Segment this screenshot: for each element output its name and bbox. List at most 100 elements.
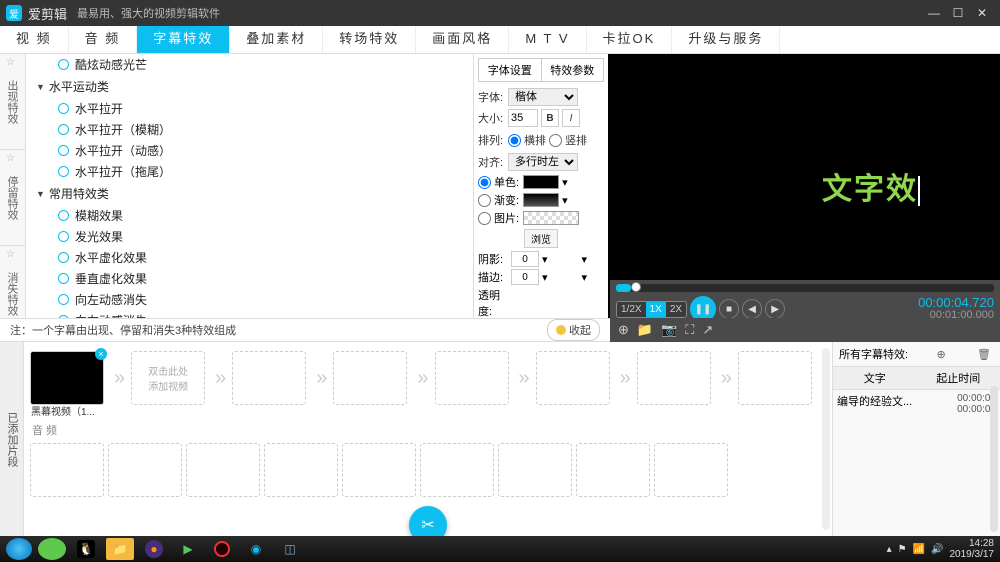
app-logo: 爱 <box>6 5 22 21</box>
stroke-input[interactable] <box>511 269 539 285</box>
effect-item[interactable]: 酷炫动感光芒 <box>26 54 473 75</box>
subpanel-scrollbar[interactable] <box>990 386 998 532</box>
font-panel: 字体设置 特效参数 字体:楷体 大小:BI 排列:横排 竖排 对齐:多行时左对齐… <box>474 54 608 342</box>
add-clip-placeholder[interactable]: 双击此处添加视频 <box>131 351 205 405</box>
tab-overlay[interactable]: 叠加素材 <box>230 26 323 53</box>
close-button[interactable]: ✕ <box>970 4 994 22</box>
font-select[interactable]: 楷体 <box>508 88 578 106</box>
app-title: 爱剪辑 <box>28 4 67 23</box>
effect-item[interactable]: 向左动感消失 <box>26 289 473 310</box>
effect-item[interactable]: 发光效果 <box>26 226 473 247</box>
effect-item[interactable]: 模糊效果 <box>26 205 473 226</box>
tab-subtitle-fx[interactable]: 字幕特效 <box>137 26 230 53</box>
tab-transition[interactable]: 转场特效 <box>323 26 416 53</box>
fullscreen-icon[interactable]: ⛶ <box>685 322 694 338</box>
windows-taskbar: 🐧 📁 ● ▶ ◉ ◫ ▴ ⚑ 📶 🔊 14:282019/3/17 <box>0 536 1000 562</box>
audio-track-label: 音 频 <box>32 422 826 438</box>
color-solid-radio[interactable] <box>478 176 491 189</box>
subtitle-list-panel: 所有字幕特效: ⊕ 🗑 文字起止时间 编导的经验文... 00:00:0000:… <box>832 342 1000 536</box>
effect-group[interactable]: ▼常用特效类 <box>26 182 473 205</box>
next-frame-button[interactable]: ▶ <box>765 299 785 319</box>
size-input[interactable] <box>508 109 538 127</box>
solid-color-swatch[interactable] <box>523 175 559 189</box>
left-vertical-tabs: ☆出现特效 ☆停留特效 ☆消失特效 <box>0 54 26 342</box>
effect-item[interactable]: 水平虚化效果 <box>26 247 473 268</box>
image-swatch[interactable] <box>523 211 579 225</box>
lefttab-stay[interactable]: ☆停留特效 <box>0 150 25 246</box>
folder-icon[interactable]: 📁 <box>637 322 653 338</box>
effect-item[interactable]: 水平拉开 <box>26 98 473 119</box>
effect-item[interactable]: 垂直虚化效果 <box>26 268 473 289</box>
tab-upgrade[interactable]: 升级与服务 <box>672 26 780 53</box>
maximize-button[interactable]: ☐ <box>946 4 970 22</box>
browse-button[interactable]: 浏览 <box>524 229 558 248</box>
start-button[interactable] <box>6 538 32 560</box>
tab-video[interactable]: 视 频 <box>0 26 69 53</box>
speed-toggle[interactable]: 1/2X1X2X <box>616 301 687 318</box>
minimize-button[interactable]: — <box>922 4 946 22</box>
tab-karaoke[interactable]: 卡拉OK <box>587 26 673 53</box>
arrange-horizontal-radio <box>508 134 521 147</box>
note-row: 注：一个字幕由出现、停留和消失3种特效组成 收起 <box>0 318 610 342</box>
bold-button[interactable]: B <box>541 109 559 127</box>
tab-mtv[interactable]: M T V <box>509 26 586 53</box>
preview-subtitle-text: 文字效 <box>822 164 920 208</box>
taskbar-app-1[interactable] <box>38 538 66 560</box>
taskbar-app-3[interactable]: 📁 <box>106 538 134 560</box>
app-subtitle: 最易用、强大的视频剪辑软件 <box>77 5 220 21</box>
add-icon[interactable]: ⊕ <box>618 322 629 338</box>
note-text: 注：一个字幕由出现、停留和消失3种特效组成 <box>10 322 236 338</box>
tray-network-icon[interactable]: 📶 <box>913 544 925 555</box>
color-gradient-radio[interactable] <box>478 194 491 207</box>
tab-style[interactable]: 画面风格 <box>416 26 509 53</box>
shadow-input[interactable] <box>511 251 539 267</box>
tray-volume-icon[interactable]: 🔊 <box>931 544 943 555</box>
effect-group[interactable]: ▼水平运动类 <box>26 75 473 98</box>
prev-frame-button[interactable]: ◀ <box>742 299 762 319</box>
collapse-button[interactable]: 收起 <box>547 319 600 341</box>
preview-toolbar: ⊕ 📁 📷 ⛶ ↗ <box>610 318 1000 342</box>
tray-up-icon[interactable]: ▴ <box>887 544 892 555</box>
taskbar-app-7[interactable]: ◉ <box>242 538 270 560</box>
subpanel-title: 所有字幕特效: <box>839 346 908 362</box>
italic-button[interactable]: I <box>562 109 580 127</box>
timeline: 已添加片段 × 黑幕视频（1... » 双击此处添加视频 » » » » » »… <box>0 342 832 536</box>
align-select[interactable]: 多行时左对齐 <box>508 153 578 171</box>
lefttab-appear[interactable]: ☆出现特效 <box>0 54 25 150</box>
tab-audio[interactable]: 音 频 <box>69 26 138 53</box>
arrow-icon: » <box>114 367 125 390</box>
video-track: × 黑幕视频（1... » 双击此处添加视频 » » » » » » <box>30 348 826 408</box>
timeline-tab-clips[interactable]: 已添加片段 <box>0 342 24 536</box>
cut-button[interactable]: ✂ <box>409 506 447 536</box>
delete-icon[interactable]: 🗑 <box>974 348 994 361</box>
taskbar-app-2[interactable]: 🐧 <box>72 538 100 560</box>
tab-fx-params[interactable]: 特效参数 <box>542 59 604 81</box>
video-clip[interactable]: × 黑幕视频（1... <box>30 351 104 405</box>
color-image-radio[interactable] <box>478 212 491 225</box>
gradient-swatch[interactable] <box>523 193 559 207</box>
audio-track <box>30 440 826 500</box>
arrange-vertical-radio <box>549 134 562 147</box>
effect-list[interactable]: 酷炫动感光芒 ▼水平运动类 水平拉开 水平拉开（模糊） 水平拉开（动感） 水平拉… <box>26 54 474 342</box>
share-icon[interactable]: ↗ <box>702 322 713 338</box>
effect-item[interactable]: 水平拉开（拖尾） <box>26 161 473 182</box>
taskbar-app-5[interactable]: ▶ <box>174 538 202 560</box>
progress-bar[interactable] <box>616 284 994 292</box>
remove-clip-icon[interactable]: × <box>95 348 107 360</box>
stop-button[interactable]: ■ <box>719 299 739 319</box>
taskbar-app-4[interactable]: ● <box>140 538 168 560</box>
subtitle-row[interactable]: 编导的经验文... 00:00:0000:00:06 <box>833 390 1000 418</box>
effect-item[interactable]: 水平拉开（动感） <box>26 140 473 161</box>
locate-icon[interactable]: ⊕ <box>933 348 948 361</box>
effect-item[interactable]: 水平拉开（模糊） <box>26 119 473 140</box>
taskbar-app-6[interactable] <box>208 538 236 560</box>
snapshot-icon[interactable]: 📷 <box>661 322 677 338</box>
tray-clock[interactable]: 14:282019/3/17 <box>950 538 995 560</box>
tab-font-settings[interactable]: 字体设置 <box>479 59 542 81</box>
titlebar: 爱 爱剪辑 最易用、强大的视频剪辑软件 — ☐ ✕ <box>0 0 1000 26</box>
top-tabs: 视 频 音 频 字幕特效 叠加素材 转场特效 画面风格 M T V 卡拉OK 升… <box>0 26 1000 54</box>
timeline-scrollbar[interactable] <box>822 348 830 530</box>
bulb-icon <box>556 325 566 335</box>
tray-flag-icon[interactable]: ⚑ <box>898 544 907 555</box>
taskbar-app-8[interactable]: ◫ <box>276 538 304 560</box>
